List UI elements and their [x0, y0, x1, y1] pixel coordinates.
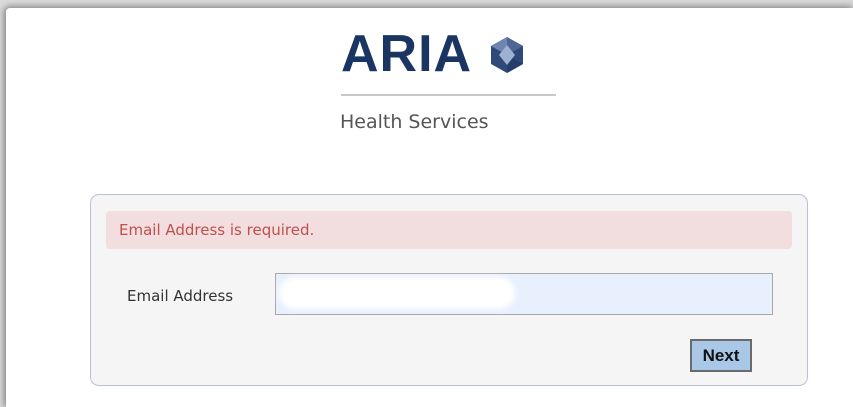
brand-name: ARIA	[341, 25, 473, 83]
error-alert: Email Address is required.	[106, 211, 792, 249]
login-form: Email Address is required. Email Address…	[90, 194, 808, 386]
hexagon-gem-icon	[491, 37, 524, 73]
brand-tagline: Health Services	[340, 111, 489, 133]
logo-divider	[341, 94, 556, 96]
login-page: ARIA Health Services Email Address is re…	[6, 8, 853, 407]
redaction-mark	[283, 281, 511, 305]
email-label: Email Address	[127, 287, 234, 305]
brand-logo: ARIA	[341, 28, 524, 80]
next-button[interactable]: Next	[690, 339, 752, 372]
